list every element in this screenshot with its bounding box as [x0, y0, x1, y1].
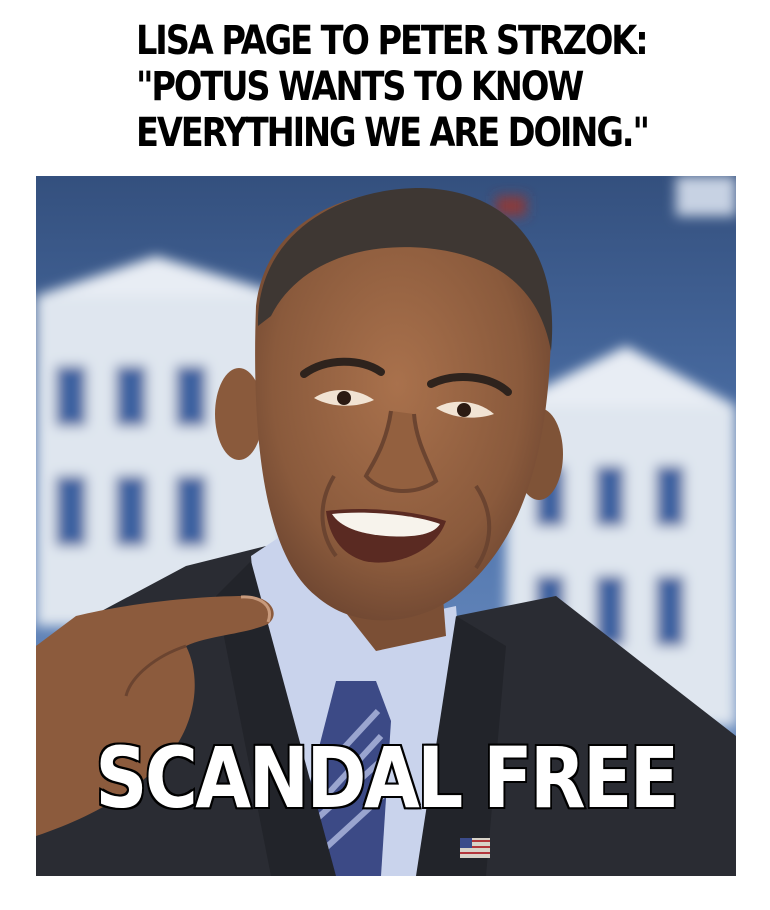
- meme-image: LISA PAGE TO PETER STRZOK: "POTUS WANTS …: [0, 0, 770, 910]
- top-caption-line-3: EVERYTHING WE ARE DOING.": [136, 110, 650, 156]
- top-caption-line-1: LISA PAGE TO PETER STRZOK:: [136, 18, 649, 64]
- top-caption: LISA PAGE TO PETER STRZOK: "POTUS WANTS …: [136, 18, 650, 156]
- bottom-caption: SCANDAL FREE: [94, 727, 681, 829]
- top-caption-line-2: "POTUS WANTS TO KNOW: [136, 64, 584, 110]
